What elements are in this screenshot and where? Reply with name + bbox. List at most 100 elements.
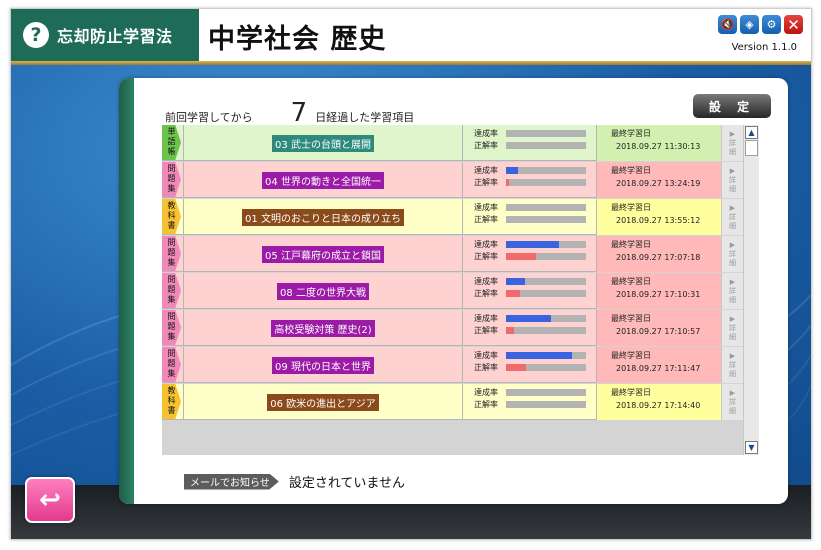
achievement-fill [506, 240, 559, 248]
tag-label: 問題集 [167, 164, 176, 193]
mail-label: メールでお知らせ [184, 473, 279, 490]
last-study-date: 2018.09.27 13:24:19 [616, 179, 701, 188]
item-name[interactable]: 08 二度の世界大戦 [277, 282, 369, 300]
list-item[interactable]: 問題集 高校受験対策 歴史(2) 達成率 正解率 最終学習日 2018.09.2… [162, 310, 743, 346]
item-type-tag: 教科書 [162, 199, 184, 235]
detail-button[interactable]: ▶ 詳 細 [721, 347, 743, 383]
scroll-up-icon[interactable]: ▲ [745, 126, 758, 139]
detail-button[interactable]: ▶ 詳 細 [721, 384, 743, 420]
achievement-fill [506, 314, 551, 322]
achievement-label: 達成率 [474, 239, 498, 249]
tag-label: 教科書 [167, 386, 176, 415]
correct-label: 正解率 [474, 177, 498, 187]
item-name-cell[interactable]: 01 文明のおこりと日本の成り立ち [184, 199, 463, 235]
last-study-date: 2018.09.27 13:55:12 [616, 216, 701, 225]
scroll-thumb[interactable] [745, 140, 758, 156]
detail-char: 細 [729, 184, 736, 193]
item-name[interactable]: 高校受験対策 歴史(2) [271, 319, 375, 337]
item-name-cell[interactable]: 04 世界の動きと全国統一 [184, 162, 463, 198]
item-type-tag: 教科書 [162, 384, 184, 420]
detail-button[interactable]: ▶ 詳 細 [721, 162, 743, 198]
item-name[interactable]: 03 武士の台頭と展開 [272, 134, 374, 152]
last-study-label: 最終学習日 [611, 277, 651, 286]
item-name[interactable]: 04 世界の動きと全国統一 [262, 171, 384, 189]
item-name-cell[interactable]: 高校受験対策 歴史(2) [184, 310, 463, 346]
tag-label: 問題集 [167, 238, 176, 267]
item-name-cell[interactable]: 08 二度の世界大戦 [184, 273, 463, 309]
list-item[interactable]: 単語帳 03 武士の台頭と展開 達成率 正解率 最終学習日 2018.09.27… [162, 125, 743, 161]
scrollbar[interactable]: ▲ ▼ [743, 125, 759, 455]
item-type-tag: 問題集 [162, 273, 184, 309]
detail-char: 細 [729, 221, 736, 230]
mail-value[interactable]: 設定されていません [289, 472, 405, 491]
brand-block: ? 忘却防止学習法 [11, 9, 199, 61]
detail-char: 細 [729, 295, 736, 304]
item-name[interactable]: 09 現代の日本と世界 [272, 356, 374, 374]
item-name[interactable]: 05 江戸幕府の成立と鎖国 [262, 245, 384, 263]
list-item[interactable]: 問題集 04 世界の動きと全国統一 達成率 正解率 最終学習日 2018.09.… [162, 162, 743, 198]
detail-button[interactable]: ▶ 詳 細 [721, 310, 743, 346]
help-icon[interactable]: ? [23, 22, 49, 48]
correct-fill [506, 252, 537, 260]
item-type-tag: 問題集 [162, 347, 184, 383]
correct-bar [506, 363, 586, 371]
item-stats: 達成率 正解率 [463, 347, 597, 383]
scroll-down-icon[interactable]: ▼ [745, 441, 758, 454]
item-stats: 達成率 正解率 [463, 310, 597, 346]
detail-char: 詳 [729, 249, 736, 258]
last-study-date: 2018.09.27 17:10:31 [616, 290, 701, 299]
list-item[interactable]: 教科書 01 文明のおこりと日本の成り立ち 達成率 正解率 最終学習日 2018… [162, 199, 743, 235]
detail-button[interactable]: ▶ 詳 細 [721, 273, 743, 309]
elapsed-prefix: 前回学習してから [165, 111, 253, 124]
correct-bar [506, 178, 586, 186]
back-button[interactable]: ↩ [25, 477, 75, 523]
correct-label: 正解率 [474, 362, 498, 372]
cube-icon[interactable]: ◈ [740, 15, 759, 34]
achievement-bar [506, 351, 586, 359]
correct-label: 正解率 [474, 140, 498, 150]
item-stats: 達成率 正解率 [463, 384, 597, 420]
play-icon: ▶ [729, 277, 736, 286]
settings-button[interactable]: 設 定 [693, 94, 771, 118]
item-name-cell[interactable]: 06 欧米の進出とアジア [184, 384, 463, 420]
item-name[interactable]: 01 文明のおこりと日本の成り立ち [242, 208, 404, 226]
gear-icon[interactable]: ⚙ [762, 15, 781, 34]
detail-button[interactable]: ▶ 詳 細 [721, 125, 743, 161]
last-study-date: 2018.09.27 11:30:13 [616, 142, 701, 151]
play-icon: ▶ [729, 166, 736, 175]
list-item[interactable]: 問題集 05 江戸幕府の成立と鎖国 達成率 正解率 最終学習日 2018.09.… [162, 236, 743, 272]
list-item[interactable]: 教科書 06 欧米の進出とアジア 達成率 正解率 最終学習日 2018.09.2… [162, 384, 743, 420]
detail-button[interactable]: ▶ 詳 細 [721, 236, 743, 272]
mute-icon[interactable]: 🔇 [718, 15, 737, 34]
study-item-list[interactable]: 単語帳 03 武士の台頭と展開 達成率 正解率 最終学習日 2018.09.27… [162, 125, 743, 455]
item-name-cell[interactable]: 05 江戸幕府の成立と鎖国 [184, 236, 463, 272]
detail-char: 細 [729, 332, 736, 341]
item-type-tag: 問題集 [162, 236, 184, 272]
item-name-cell[interactable]: 03 武士の台頭と展開 [184, 125, 463, 161]
last-study-date: 2018.09.27 17:07:18 [616, 253, 701, 262]
app-title: 中学社会 歴史 [208, 24, 387, 55]
tag-label: 問題集 [167, 275, 176, 304]
list-item[interactable]: 問題集 08 二度の世界大戦 達成率 正解率 最終学習日 2018.09.27 … [162, 273, 743, 309]
item-name[interactable]: 06 欧米の進出とアジア [267, 393, 379, 411]
last-study: 最終学習日 2018.09.27 17:11:47 [597, 347, 721, 383]
play-icon: ▶ [729, 351, 736, 360]
achievement-bar [506, 129, 586, 137]
correct-bar [506, 326, 586, 334]
achievement-label: 達成率 [474, 387, 498, 397]
item-name-cell[interactable]: 09 現代の日本と世界 [184, 347, 463, 383]
list-item[interactable]: 問題集 09 現代の日本と世界 達成率 正解率 最終学習日 2018.09.27… [162, 347, 743, 383]
detail-char: 詳 [729, 212, 736, 221]
achievement-label: 達成率 [474, 350, 498, 360]
correct-fill [506, 289, 520, 297]
detail-char: 詳 [729, 323, 736, 332]
elapsed-header: 前回学習してから 7 日経過した学習項目 [165, 98, 414, 128]
achievement-label: 達成率 [474, 276, 498, 286]
detail-button[interactable]: ▶ 詳 細 [721, 199, 743, 235]
version-label: Version 1.1.0 [731, 42, 797, 53]
close-icon[interactable]: ✕ [784, 15, 803, 34]
panel-stripe [119, 78, 134, 504]
achievement-label: 達成率 [474, 202, 498, 212]
last-study-date: 2018.09.27 17:14:40 [616, 401, 701, 410]
mail-notification: メールでお知らせ 設定されていません [184, 472, 405, 491]
